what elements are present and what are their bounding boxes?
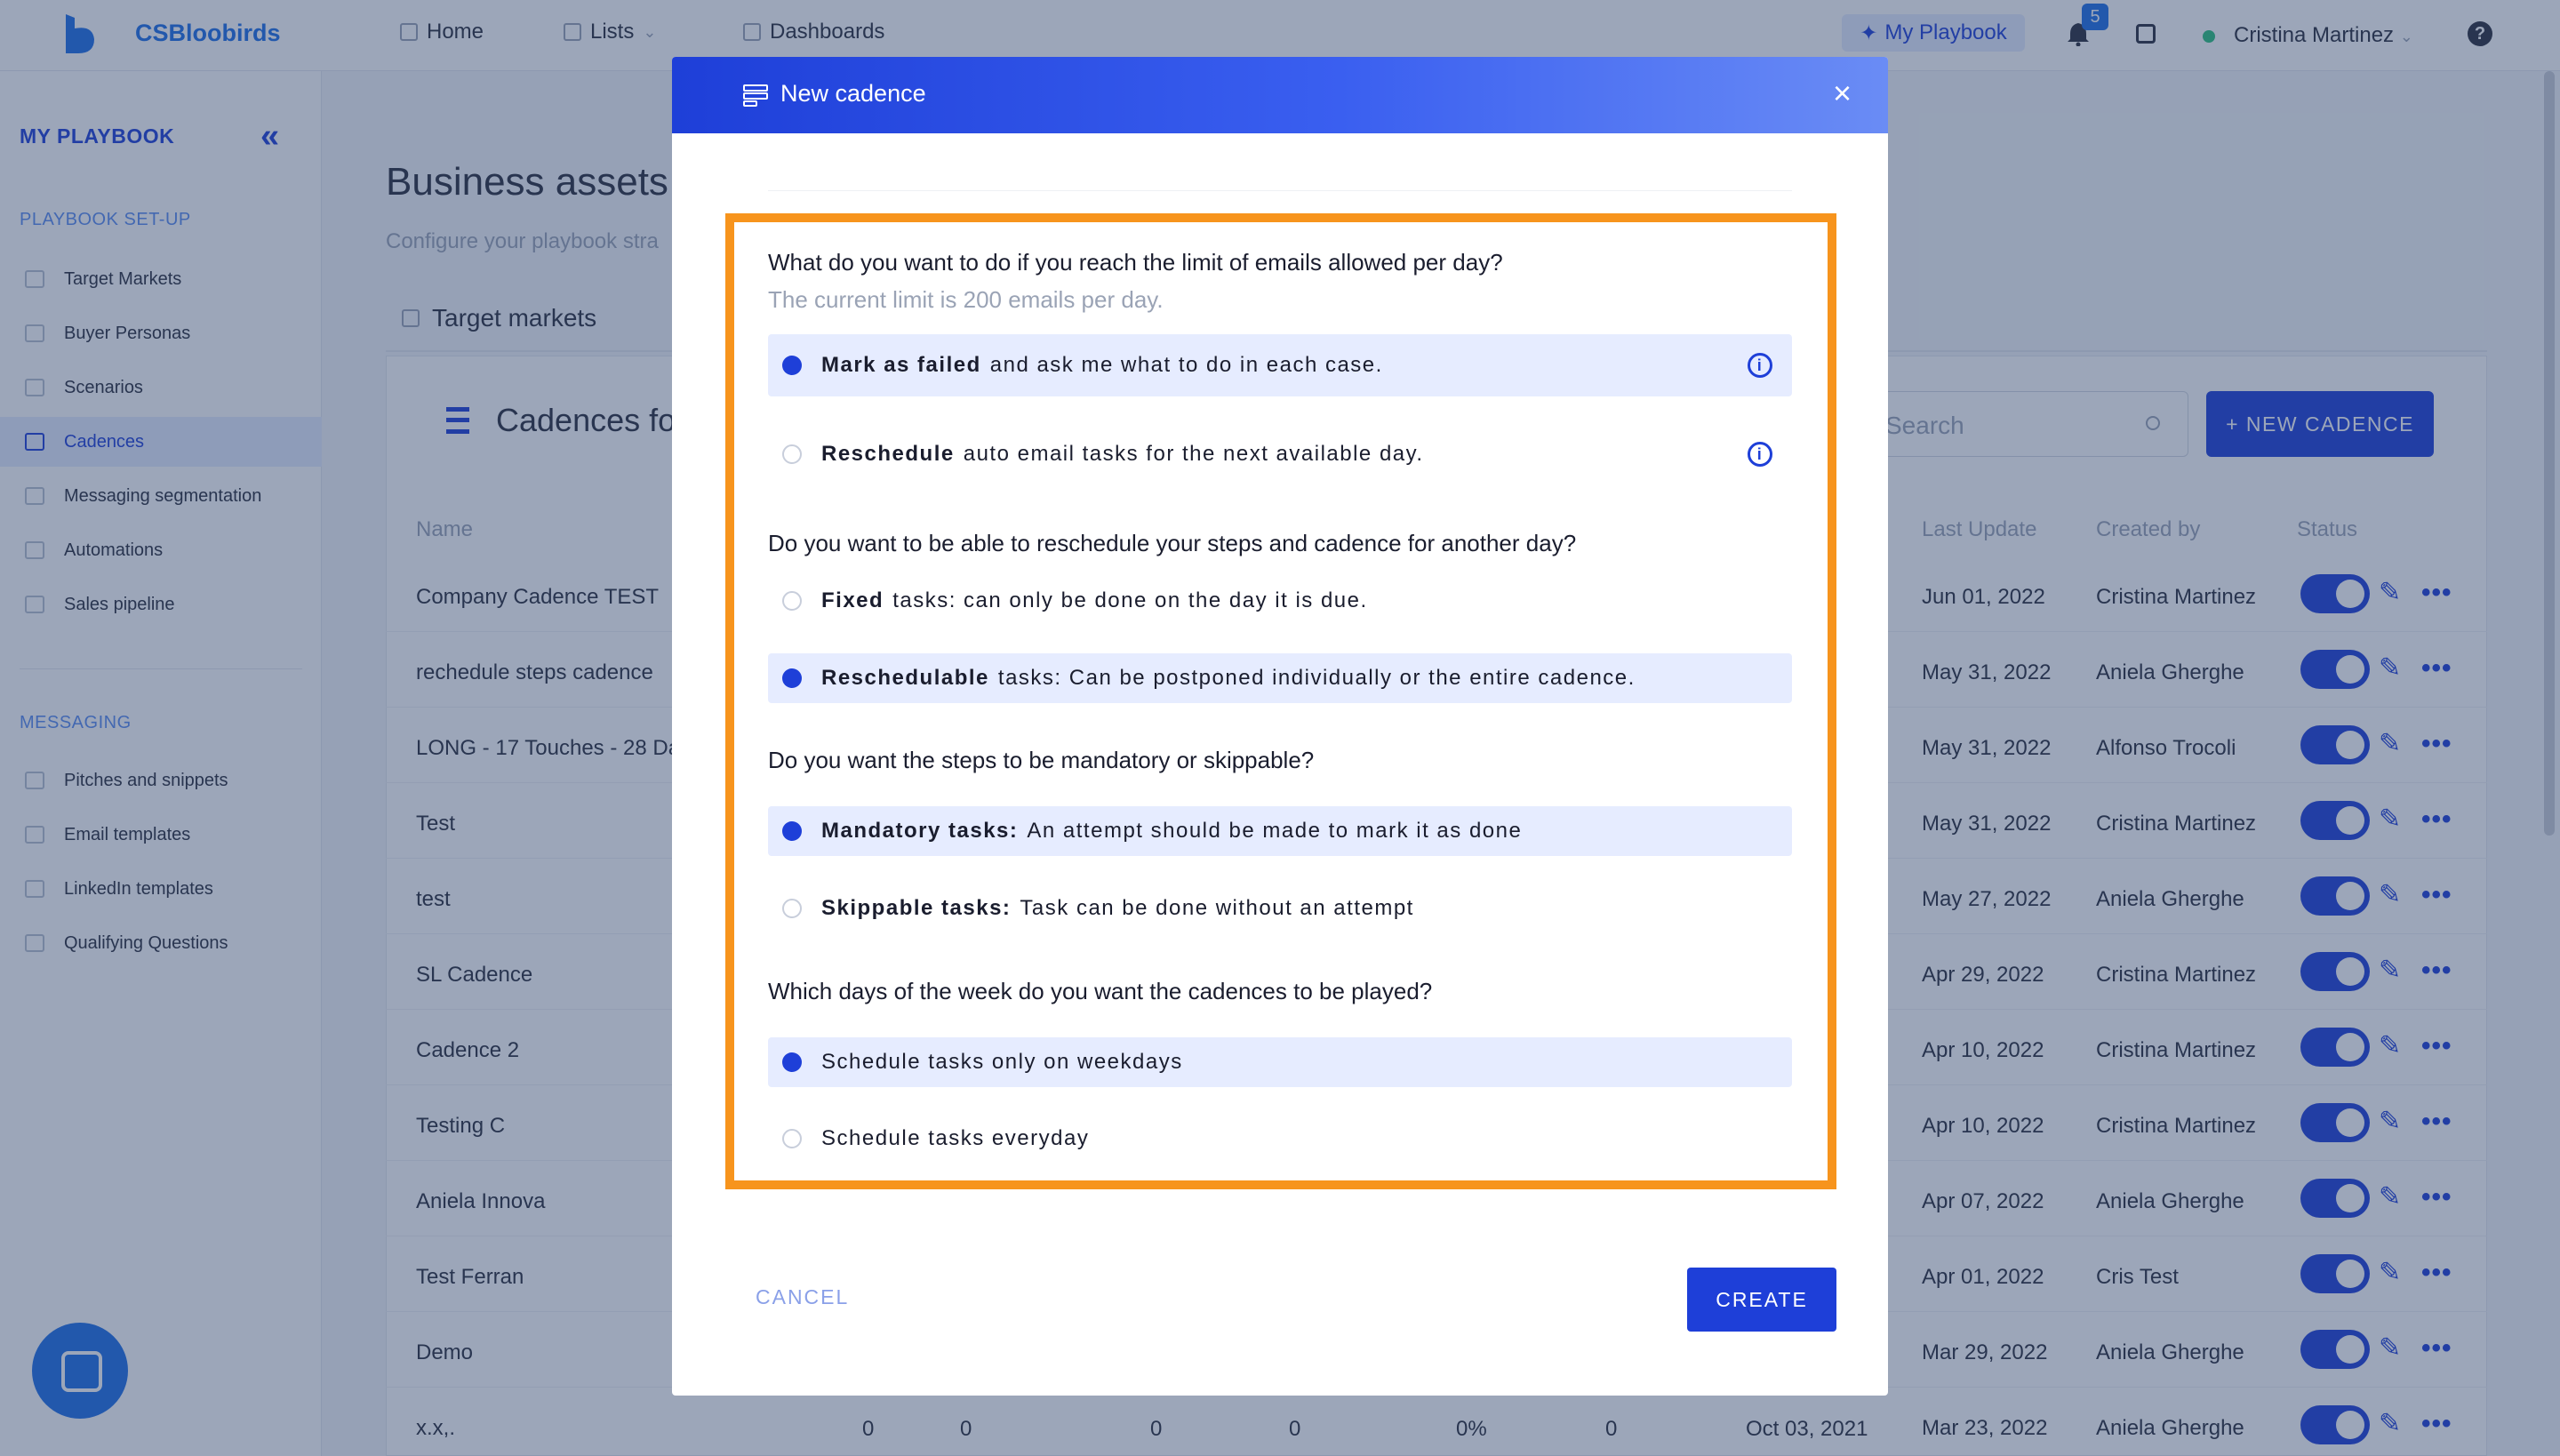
radio-button[interactable] [782, 1129, 802, 1148]
option-text: Schedule tasks everyday [821, 1126, 1090, 1150]
option-text: Schedule tasks only on weekdays [821, 1050, 1183, 1074]
cancel-button[interactable]: CANCEL [756, 1285, 849, 1309]
option-bold: Mark as failed [821, 353, 981, 377]
option-bold: Skippable tasks: [821, 896, 1012, 920]
question-week-days: Which days of the week do you want the c… [768, 978, 1433, 1004]
radio-button[interactable] [782, 899, 802, 918]
radio-button[interactable] [782, 356, 802, 375]
info-icon[interactable]: i [1748, 353, 1772, 378]
create-button[interactable]: CREATE [1687, 1268, 1836, 1332]
radio-button[interactable] [782, 1052, 802, 1072]
cadence-settings-icon [743, 84, 768, 107]
option-text: Task can be done without an attempt [1020, 896, 1414, 920]
option-reschedule[interactable]: Reschedule auto email tasks for the next… [768, 423, 1792, 485]
radio-button[interactable] [782, 591, 802, 611]
question-reschedule: Do you want to be able to reschedule you… [768, 530, 1577, 556]
radio-button[interactable] [782, 821, 802, 841]
modal-divider [768, 190, 1792, 191]
option-bold: Reschedulable [821, 666, 989, 690]
option-mandatory[interactable]: Mandatory tasks: An attempt should be ma… [768, 806, 1792, 856]
option-mark-as-failed[interactable]: Mark as failed and ask me what to do in … [768, 334, 1792, 396]
modal-title: New cadence [780, 80, 926, 107]
option-fixed[interactable]: Fixed tasks: can only be done on the day… [768, 576, 1792, 626]
email-limit-note: The current limit is 200 emails per day. [768, 286, 1164, 313]
radio-button[interactable] [782, 668, 802, 688]
close-icon[interactable]: × [1833, 75, 1852, 112]
question-email-limit: What do you want to do if you reach the … [768, 249, 1503, 276]
option-bold: Mandatory tasks: [821, 819, 1019, 843]
option-text: and ask me what to do in each case. [989, 353, 1383, 377]
option-text: An attempt should be made to mark it as … [1027, 819, 1523, 843]
info-icon[interactable]: i [1748, 442, 1772, 467]
option-bold: Fixed [821, 588, 884, 612]
option-reschedulable[interactable]: Reschedulable tasks: Can be postponed in… [768, 653, 1792, 703]
option-weekdays[interactable]: Schedule tasks only on weekdays [768, 1037, 1792, 1087]
modal-header: New cadence × [672, 57, 1888, 133]
option-bold: Reschedule [821, 442, 955, 466]
option-everyday[interactable]: Schedule tasks everyday [768, 1114, 1792, 1164]
option-text: tasks: can only be done on the day it is… [892, 588, 1368, 612]
option-skippable[interactable]: Skippable tasks: Task can be done withou… [768, 884, 1792, 933]
option-text: tasks: Can be postponed individually or … [997, 666, 1636, 690]
option-text: auto email tasks for the next available … [963, 442, 1424, 466]
radio-button[interactable] [782, 444, 802, 464]
question-mandatory-skippable: Do you want the steps to be mandatory or… [768, 747, 1315, 773]
